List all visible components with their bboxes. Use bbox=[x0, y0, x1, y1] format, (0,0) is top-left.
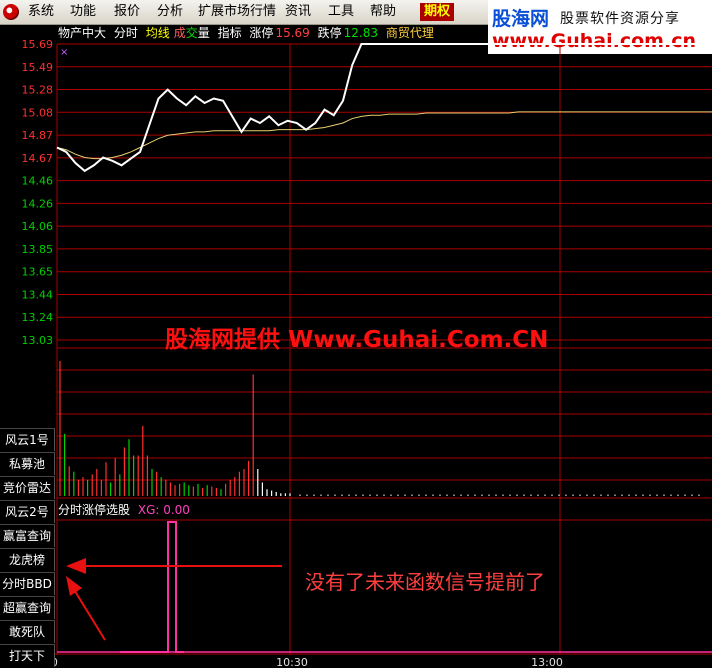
annotation-arrow-line-2 bbox=[72, 587, 106, 641]
side-menu-item-9[interactable]: 打天下 bbox=[0, 644, 55, 667]
side-menu-item-7[interactable]: 超赢查询 bbox=[0, 596, 55, 619]
side-menu-item-1[interactable]: 私募池 bbox=[0, 452, 55, 475]
price-line bbox=[56, 43, 712, 173]
watermark-text: 股海网提供 Www.Guhai.Com.CN bbox=[165, 327, 549, 353]
price-axis-tick: 13.65 bbox=[22, 266, 54, 279]
side-menu-item-4[interactable]: 赢富查询 bbox=[0, 524, 55, 547]
price-axis-tick: 15.69 bbox=[22, 38, 54, 51]
side-menu-item-2[interactable]: 竞价雷达 bbox=[0, 476, 55, 499]
side-menu-item-5[interactable]: 龙虎榜 bbox=[0, 548, 55, 571]
price-axis-tick: 15.49 bbox=[22, 61, 54, 74]
side-menu-item-0[interactable]: 风云1号 bbox=[0, 428, 55, 451]
price-axis-tick: 14.67 bbox=[22, 152, 54, 165]
price-axis-tick: 14.06 bbox=[22, 220, 54, 233]
annotation-note: 没有了未来函数信号提前了 bbox=[305, 570, 545, 594]
indicator-name[interactable]: 分时涨停选股 bbox=[58, 503, 130, 517]
price-axis-tick: 13.24 bbox=[22, 311, 54, 324]
time-axis-tick: 13:00 bbox=[531, 656, 563, 668]
price-axis-tick: 15.28 bbox=[22, 84, 54, 97]
side-menu-item-6[interactable]: 分时BBD bbox=[0, 572, 55, 595]
price-axis-tick: 14.46 bbox=[22, 175, 54, 188]
price-axis-tick: 13.03 bbox=[22, 334, 54, 347]
indicator-value: XG: 0.00 bbox=[137, 503, 190, 517]
price-axis-tick: 14.26 bbox=[22, 197, 54, 210]
price-axis-tick: 14.87 bbox=[22, 129, 54, 142]
price-axis-tick: 15.08 bbox=[22, 106, 54, 119]
time-axis-tick: 10:30 bbox=[276, 656, 308, 668]
price-axis-tick: 13.85 bbox=[22, 243, 54, 256]
side-menu-item-3[interactable]: 风云2号 bbox=[0, 500, 55, 523]
annotation-arrow-head bbox=[66, 558, 86, 574]
annotation-arrow-head-2 bbox=[66, 576, 82, 596]
side-menu-item-8[interactable]: 敢死队 bbox=[0, 620, 55, 643]
price-axis-tick: 13.44 bbox=[22, 288, 54, 301]
indicator-panel-header: 分时涨停选股 XG: 0.00 bbox=[58, 501, 190, 518]
cross-marker-icon: × bbox=[60, 47, 68, 58]
xg-signal-line bbox=[120, 521, 184, 653]
